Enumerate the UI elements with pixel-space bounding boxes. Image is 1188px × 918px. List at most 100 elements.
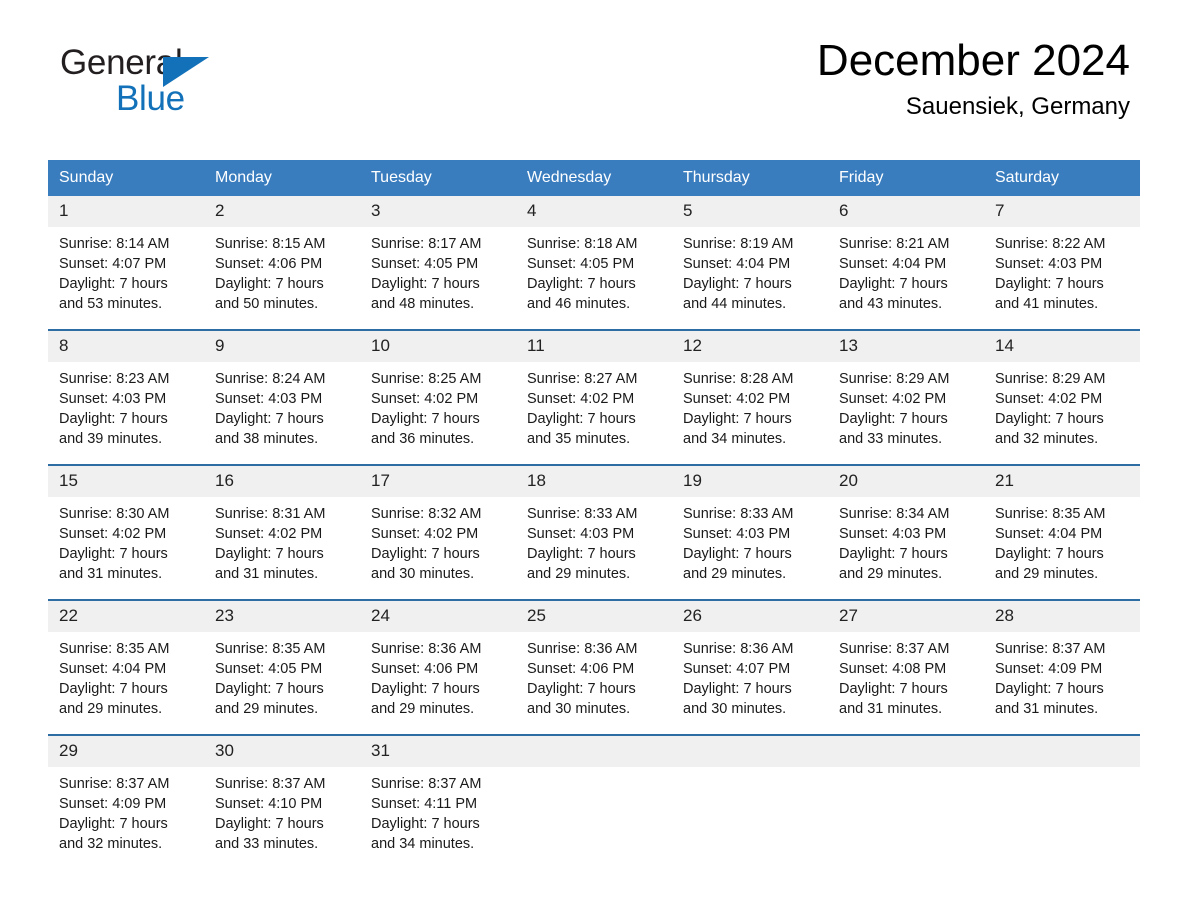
sunrise-text: Sunrise: 8:36 AM [683, 641, 794, 657]
weekday-header-saturday: Saturday [984, 160, 1140, 196]
daylight-text-line1: Daylight: 7 hours [527, 276, 636, 292]
day-cell[interactable]: 2 Sunrise: 8:15 AM Sunset: 4:06 PM Dayli… [204, 196, 360, 330]
week-row: 15 Sunrise: 8:30 AM Sunset: 4:02 PM Dayl… [48, 464, 1140, 600]
daylight-text-line1: Daylight: 7 hours [683, 276, 792, 292]
day-details: Sunrise: 8:27 AM Sunset: 4:02 PM Dayligh… [516, 362, 672, 449]
page-title: December 2024 [816, 36, 1130, 85]
sunset-text: Sunset: 4:02 PM [527, 391, 635, 407]
day-details: Sunrise: 8:36 AM Sunset: 4:06 PM Dayligh… [516, 632, 672, 719]
day-cell[interactable]: 19 Sunrise: 8:33 AM Sunset: 4:03 PM Dayl… [672, 464, 828, 600]
sunset-text: Sunset: 4:07 PM [683, 661, 791, 677]
day-cell[interactable]: 6 Sunrise: 8:21 AM Sunset: 4:04 PM Dayli… [828, 196, 984, 330]
daylight-text-line1: Daylight: 7 hours [683, 681, 792, 697]
day-cell[interactable]: 17 Sunrise: 8:32 AM Sunset: 4:02 PM Dayl… [360, 464, 516, 600]
daylight-text-line2: and 34 minutes. [683, 431, 787, 447]
day-number: 20 [828, 466, 984, 497]
daylight-text-line2: and 32 minutes. [995, 431, 1099, 447]
daylight-text-line2: and 29 minutes. [527, 566, 631, 582]
day-cell[interactable]: 7 Sunrise: 8:22 AM Sunset: 4:03 PM Dayli… [984, 196, 1140, 330]
day-details [516, 767, 672, 774]
day-cell[interactable]: 9 Sunrise: 8:24 AM Sunset: 4:03 PM Dayli… [204, 329, 360, 465]
day-cell[interactable]: 5 Sunrise: 8:19 AM Sunset: 4:04 PM Dayli… [672, 196, 828, 330]
daylight-text-line2: and 31 minutes. [215, 566, 319, 582]
day-details: Sunrise: 8:28 AM Sunset: 4:02 PM Dayligh… [672, 362, 828, 449]
day-number: 12 [672, 331, 828, 362]
day-number: 26 [672, 601, 828, 632]
week-row: 1 Sunrise: 8:14 AM Sunset: 4:07 PM Dayli… [48, 196, 1140, 330]
day-number: 16 [204, 466, 360, 497]
day-cell[interactable]: 8 Sunrise: 8:23 AM Sunset: 4:03 PM Dayli… [48, 329, 204, 465]
day-details: Sunrise: 8:31 AM Sunset: 4:02 PM Dayligh… [204, 497, 360, 584]
daylight-text-line2: and 30 minutes. [683, 701, 787, 717]
day-cell[interactable]: 1 Sunrise: 8:14 AM Sunset: 4:07 PM Dayli… [48, 196, 204, 330]
sunrise-text: Sunrise: 8:35 AM [59, 641, 170, 657]
day-number: 31 [360, 736, 516, 767]
day-cell[interactable]: 27 Sunrise: 8:37 AM Sunset: 4:08 PM Dayl… [828, 599, 984, 735]
day-number: 17 [360, 466, 516, 497]
day-cell[interactable]: 10 Sunrise: 8:25 AM Sunset: 4:02 PM Dayl… [360, 329, 516, 465]
day-cell[interactable]: 12 Sunrise: 8:28 AM Sunset: 4:02 PM Dayl… [672, 329, 828, 465]
day-cell[interactable]: 14 Sunrise: 8:29 AM Sunset: 4:02 PM Dayl… [984, 329, 1140, 465]
sunset-text: Sunset: 4:02 PM [59, 526, 167, 542]
sunset-text: Sunset: 4:02 PM [215, 526, 323, 542]
calendar-body: 1 Sunrise: 8:14 AM Sunset: 4:07 PM Dayli… [48, 196, 1140, 869]
day-cell[interactable]: 21 Sunrise: 8:35 AM Sunset: 4:04 PM Dayl… [984, 464, 1140, 600]
day-cell[interactable]: 16 Sunrise: 8:31 AM Sunset: 4:02 PM Dayl… [204, 464, 360, 600]
day-cell[interactable]: 3 Sunrise: 8:17 AM Sunset: 4:05 PM Dayli… [360, 196, 516, 330]
daylight-text-line2: and 29 minutes. [995, 566, 1099, 582]
day-cell[interactable]: 18 Sunrise: 8:33 AM Sunset: 4:03 PM Dayl… [516, 464, 672, 600]
sunrise-text: Sunrise: 8:37 AM [995, 641, 1106, 657]
weekday-header-sunday: Sunday [48, 160, 204, 196]
daylight-text-line1: Daylight: 7 hours [371, 816, 480, 832]
day-cell[interactable]: 29 Sunrise: 8:37 AM Sunset: 4:09 PM Dayl… [48, 734, 204, 869]
day-number: 28 [984, 601, 1140, 632]
day-cell[interactable]: 20 Sunrise: 8:34 AM Sunset: 4:03 PM Dayl… [828, 464, 984, 600]
sunset-text: Sunset: 4:06 PM [371, 661, 479, 677]
sunrise-text: Sunrise: 8:21 AM [839, 236, 950, 252]
day-details: Sunrise: 8:21 AM Sunset: 4:04 PM Dayligh… [828, 227, 984, 314]
daylight-text-line2: and 35 minutes. [527, 431, 631, 447]
weekday-header-monday: Monday [204, 160, 360, 196]
sunrise-text: Sunrise: 8:37 AM [839, 641, 950, 657]
day-cell[interactable]: 25 Sunrise: 8:36 AM Sunset: 4:06 PM Dayl… [516, 599, 672, 735]
daylight-text-line2: and 43 minutes. [839, 296, 943, 312]
day-details: Sunrise: 8:23 AM Sunset: 4:03 PM Dayligh… [48, 362, 204, 449]
day-details [672, 767, 828, 774]
day-details: Sunrise: 8:37 AM Sunset: 4:10 PM Dayligh… [204, 767, 360, 854]
daylight-text-line1: Daylight: 7 hours [59, 681, 168, 697]
day-number: 3 [360, 196, 516, 227]
day-cell[interactable]: 13 Sunrise: 8:29 AM Sunset: 4:02 PM Dayl… [828, 329, 984, 465]
day-cell[interactable]: 23 Sunrise: 8:35 AM Sunset: 4:05 PM Dayl… [204, 599, 360, 735]
day-cell[interactable]: 30 Sunrise: 8:37 AM Sunset: 4:10 PM Dayl… [204, 734, 360, 869]
sunrise-text: Sunrise: 8:37 AM [215, 776, 326, 792]
day-cell[interactable]: 24 Sunrise: 8:36 AM Sunset: 4:06 PM Dayl… [360, 599, 516, 735]
day-cell[interactable]: 15 Sunrise: 8:30 AM Sunset: 4:02 PM Dayl… [48, 464, 204, 600]
daylight-text-line1: Daylight: 7 hours [215, 681, 324, 697]
day-number: 5 [672, 196, 828, 227]
day-cell[interactable]: 26 Sunrise: 8:36 AM Sunset: 4:07 PM Dayl… [672, 599, 828, 735]
day-details: Sunrise: 8:29 AM Sunset: 4:02 PM Dayligh… [984, 362, 1140, 449]
daylight-text-line2: and 31 minutes. [59, 566, 163, 582]
day-cell[interactable]: 4 Sunrise: 8:18 AM Sunset: 4:05 PM Dayli… [516, 196, 672, 330]
day-number: 19 [672, 466, 828, 497]
daylight-text-line2: and 29 minutes. [215, 701, 319, 717]
sunset-text: Sunset: 4:03 PM [839, 526, 947, 542]
day-details: Sunrise: 8:37 AM Sunset: 4:11 PM Dayligh… [360, 767, 516, 854]
calendar-page: General Blue December 2024 Sauensiek, Ge… [0, 0, 1188, 918]
sunrise-sunset-calendar-table: Sunday Monday Tuesday Wednesday Thursday… [48, 160, 1140, 869]
day-number: 14 [984, 331, 1140, 362]
day-cell[interactable]: 11 Sunrise: 8:27 AM Sunset: 4:02 PM Dayl… [516, 329, 672, 465]
day-details: Sunrise: 8:35 AM Sunset: 4:04 PM Dayligh… [48, 632, 204, 719]
daylight-text-line1: Daylight: 7 hours [59, 816, 168, 832]
sunset-text: Sunset: 4:02 PM [683, 391, 791, 407]
sunrise-text: Sunrise: 8:37 AM [59, 776, 170, 792]
daylight-text-line2: and 50 minutes. [215, 296, 319, 312]
day-cell[interactable]: 22 Sunrise: 8:35 AM Sunset: 4:04 PM Dayl… [48, 599, 204, 735]
day-number: 1 [48, 196, 204, 227]
day-cell[interactable]: 31 Sunrise: 8:37 AM Sunset: 4:11 PM Dayl… [360, 734, 516, 869]
daylight-text-line1: Daylight: 7 hours [683, 546, 792, 562]
day-details: Sunrise: 8:35 AM Sunset: 4:04 PM Dayligh… [984, 497, 1140, 584]
sunrise-text: Sunrise: 8:15 AM [215, 236, 326, 252]
day-cell[interactable]: 28 Sunrise: 8:37 AM Sunset: 4:09 PM Dayl… [984, 599, 1140, 735]
day-number: 27 [828, 601, 984, 632]
